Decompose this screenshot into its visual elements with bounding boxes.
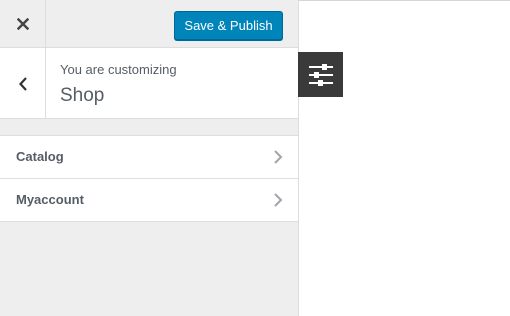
preview-area [299, 1, 510, 316]
panel-item-label: Catalog [16, 149, 64, 164]
settings-toggle-button[interactable] [298, 52, 343, 97]
chevron-right-icon [274, 150, 283, 164]
customizer-window: Save & Publish You are customizing Shop … [0, 0, 510, 316]
chevron-right-icon [274, 193, 283, 207]
panel-item-myaccount[interactable]: Myaccount [0, 179, 298, 222]
customizing-label: You are customizing [60, 62, 177, 77]
panel-item-label: Myaccount [16, 192, 84, 207]
panel-item-catalog[interactable]: Catalog [0, 136, 298, 179]
close-button[interactable] [0, 0, 46, 48]
close-icon [16, 18, 29, 30]
back-button[interactable] [0, 48, 46, 119]
section-title: Shop [60, 85, 105, 106]
customizer-sidebar: Save & Publish You are customizing Shop … [0, 0, 299, 316]
sidebar-header: Save & Publish [0, 0, 298, 48]
chevron-left-icon [18, 76, 27, 91]
panel-list: Catalog Myaccount [0, 135, 298, 222]
section-info: You are customizing Shop [0, 48, 298, 119]
save-publish-button[interactable]: Save & Publish [174, 11, 283, 40]
sliders-icon [308, 63, 333, 86]
